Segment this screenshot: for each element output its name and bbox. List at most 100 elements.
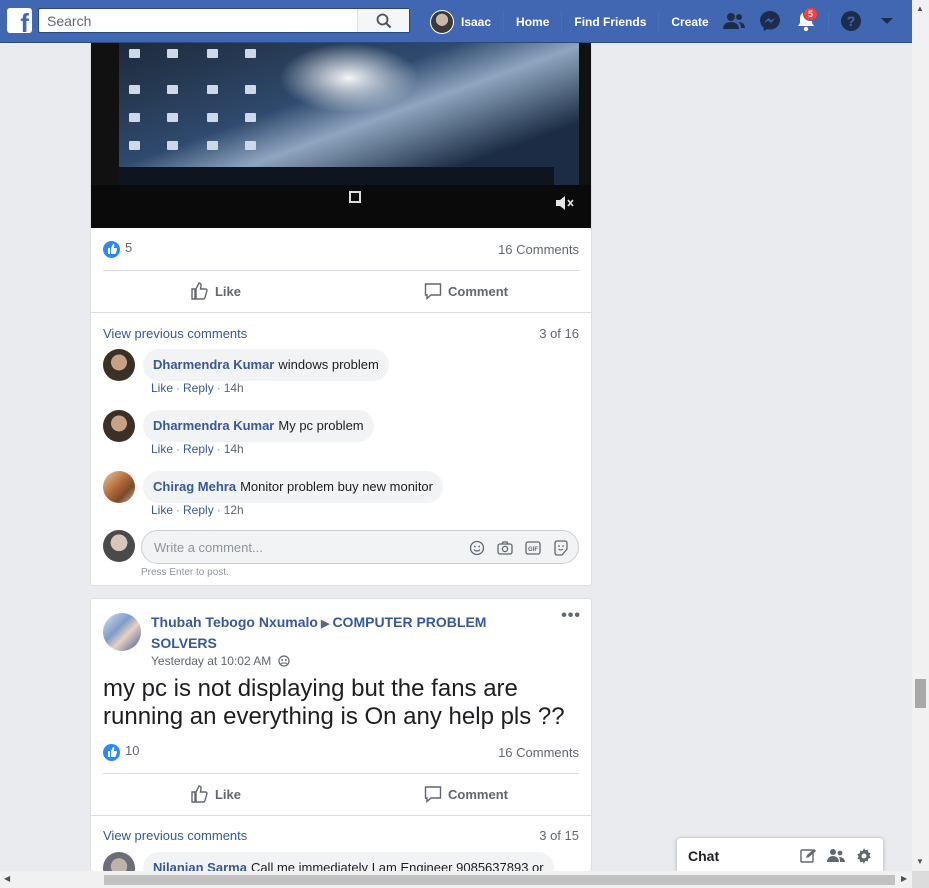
like-button[interactable]: Like <box>91 271 341 311</box>
user-name: Isaac <box>461 14 492 29</box>
group-audience-icon <box>278 655 290 667</box>
scroll-up-arrow-icon[interactable]: ▲ <box>916 4 924 13</box>
view-previous-comments-link[interactable]: View previous comments <box>103 828 247 843</box>
comment-button[interactable]: Comment <box>341 774 591 814</box>
settings-gear-icon[interactable] <box>855 847 873 865</box>
notification-badge: 5 <box>802 7 818 21</box>
comment-page-indicator: 3 of 15 <box>539 828 579 843</box>
comments-count-link[interactable]: 16 Comments <box>498 242 579 257</box>
comment-item: Dharmendra Kumar My pc problem Like · Reply… <box>103 410 579 466</box>
scroll-right-arrow-icon[interactable]: ▶ <box>901 874 907 883</box>
nav-create[interactable]: Create <box>658 10 720 33</box>
more-options-icon[interactable]: ••• <box>561 607 581 625</box>
comment-time[interactable]: 12h <box>224 503 244 517</box>
comment-time[interactable]: 14h <box>224 442 244 456</box>
comments-count-link[interactable]: 16 Comments <box>498 745 579 760</box>
avatar[interactable] <box>103 852 135 871</box>
chat-tools <box>799 847 873 865</box>
search-button[interactable] <box>357 9 409 32</box>
comment-author-link[interactable]: Dharmendra Kumar <box>153 418 274 433</box>
reaction-count[interactable]: 5 <box>103 240 132 258</box>
comment-item: Chirag Mehra Monitor problem buy new moni… <box>103 471 579 527</box>
post-author-line: Thubah Tebogo Nxumalo ▶ COMPUTER PROBLEM S… <box>151 613 511 653</box>
notifications-button[interactable]: 5 <box>792 7 820 34</box>
scrollbar-corner <box>912 871 929 888</box>
post-author-link[interactable]: Thubah Tebogo Nxumalo <box>151 614 318 630</box>
chat-label: Chat <box>688 848 720 864</box>
friends-icon <box>723 13 745 29</box>
post-timestamp: Yesterday at 10:02 AM <box>151 654 290 668</box>
nav-home[interactable]: Home <box>503 10 561 33</box>
help-button[interactable]: ? <box>837 8 865 34</box>
scroll-left-arrow-icon[interactable]: ◀ <box>4 874 10 883</box>
comment-like-link[interactable]: Like <box>151 442 173 456</box>
camera-icon[interactable] <box>496 539 514 557</box>
like-button[interactable]: Like <box>91 774 341 814</box>
comment-input[interactable] <box>142 531 442 563</box>
facebook-logo-icon[interactable]: f <box>7 8 32 36</box>
view-previous-comments-link[interactable]: View previous comments <box>103 326 247 341</box>
like-reaction-icon <box>103 743 120 761</box>
search-box <box>38 8 410 33</box>
comment-meta: Like · Reply · 14h <box>151 381 244 395</box>
comment-author-link[interactable]: Chirag Mehra <box>153 479 236 494</box>
top-navigation-bar: f Isaac Home Find Friends Create 5 ? <box>0 0 912 43</box>
sticker-icon[interactable] <box>552 539 570 557</box>
vertical-scroll-thumb[interactable] <box>915 679 926 708</box>
account-menu-button[interactable] <box>873 8 901 34</box>
post-card: 5 16 Comments Like Comment View previous… <box>90 43 592 586</box>
comment-meta: Like · Reply · 14h <box>151 442 244 456</box>
post-card: Thubah Tebogo Nxumalo ▶ COMPUTER PROBLEM S… <box>90 598 592 871</box>
friend-requests-button[interactable] <box>720 8 748 34</box>
avatar[interactable] <box>103 349 135 381</box>
video-frame <box>119 43 579 185</box>
comment-like-link[interactable]: Like <box>151 381 173 395</box>
reaction-count[interactable]: 10 <box>103 743 139 761</box>
comment-author-link[interactable]: Nilanjan Sarma <box>153 860 247 871</box>
comment-button[interactable]: Comment <box>341 271 591 311</box>
help-icon: ? <box>841 11 861 31</box>
nav-links: Isaac Home Find Friends Create <box>418 0 721 43</box>
composer-tools: GIF <box>468 539 570 557</box>
vertical-scrollbar[interactable]: ▲ ▼ <box>912 0 929 871</box>
comment-bubble: Dharmendra Kumar My pc problem <box>143 410 374 442</box>
horizontal-scrollbar[interactable]: ◀ ▶ <box>0 871 912 888</box>
write-comment-row: GIF <box>103 530 579 564</box>
caret-down-icon <box>881 18 893 24</box>
scroll-down-arrow-icon[interactable]: ▼ <box>916 857 924 866</box>
comment-bubble: Nilanjan Sarma Call me immediately I am E… <box>143 852 554 871</box>
comment-bubble: Dharmendra Kumar windows problem <box>143 349 389 381</box>
comment-reply-link[interactable]: Reply <box>183 503 214 517</box>
emoji-icon[interactable] <box>468 539 486 557</box>
comment-author-link[interactable]: Dharmendra Kumar <box>153 357 274 372</box>
profile-link[interactable]: Isaac <box>418 9 503 34</box>
mute-icon[interactable] <box>555 195 575 216</box>
comment-icon <box>424 283 442 300</box>
comment-reply-link[interactable]: Reply <box>183 442 214 456</box>
chat-bar[interactable]: Chat <box>676 837 884 873</box>
new-message-icon[interactable] <box>799 847 817 865</box>
gif-icon[interactable]: GIF <box>524 539 542 557</box>
avatar[interactable] <box>103 410 135 442</box>
search-input[interactable] <box>39 9 359 32</box>
post-text: my pc is not displaying but the fans are… <box>103 675 565 730</box>
svg-text:GIF: GIF <box>528 547 538 553</box>
avatar[interactable] <box>103 613 141 651</box>
avatar[interactable] <box>103 471 135 503</box>
horizontal-scroll-thumb[interactable] <box>104 875 895 885</box>
comment-time[interactable]: 14h <box>224 381 244 395</box>
comment-bubble: Chirag Mehra Monitor problem buy new moni… <box>143 471 443 503</box>
comment-icon <box>424 786 442 803</box>
post-video[interactable] <box>91 43 591 228</box>
comment-meta: Like · Reply · 12h <box>151 503 244 517</box>
previous-comments-row: View previous comments 3 of 15 <box>103 828 579 843</box>
post-time-link[interactable]: Yesterday at 10:02 AM <box>151 654 271 668</box>
comment-like-link[interactable]: Like <box>151 503 173 517</box>
messenger-button[interactable] <box>756 8 784 34</box>
video-taskbar <box>119 167 554 185</box>
new-group-icon[interactable] <box>827 847 845 865</box>
arrow-right-icon: ▶ <box>320 618 330 630</box>
nav-find-friends[interactable]: Find Friends <box>561 10 658 33</box>
comment-reply-link[interactable]: Reply <box>183 381 214 395</box>
post-stats: 10 16 Comments <box>103 742 579 762</box>
